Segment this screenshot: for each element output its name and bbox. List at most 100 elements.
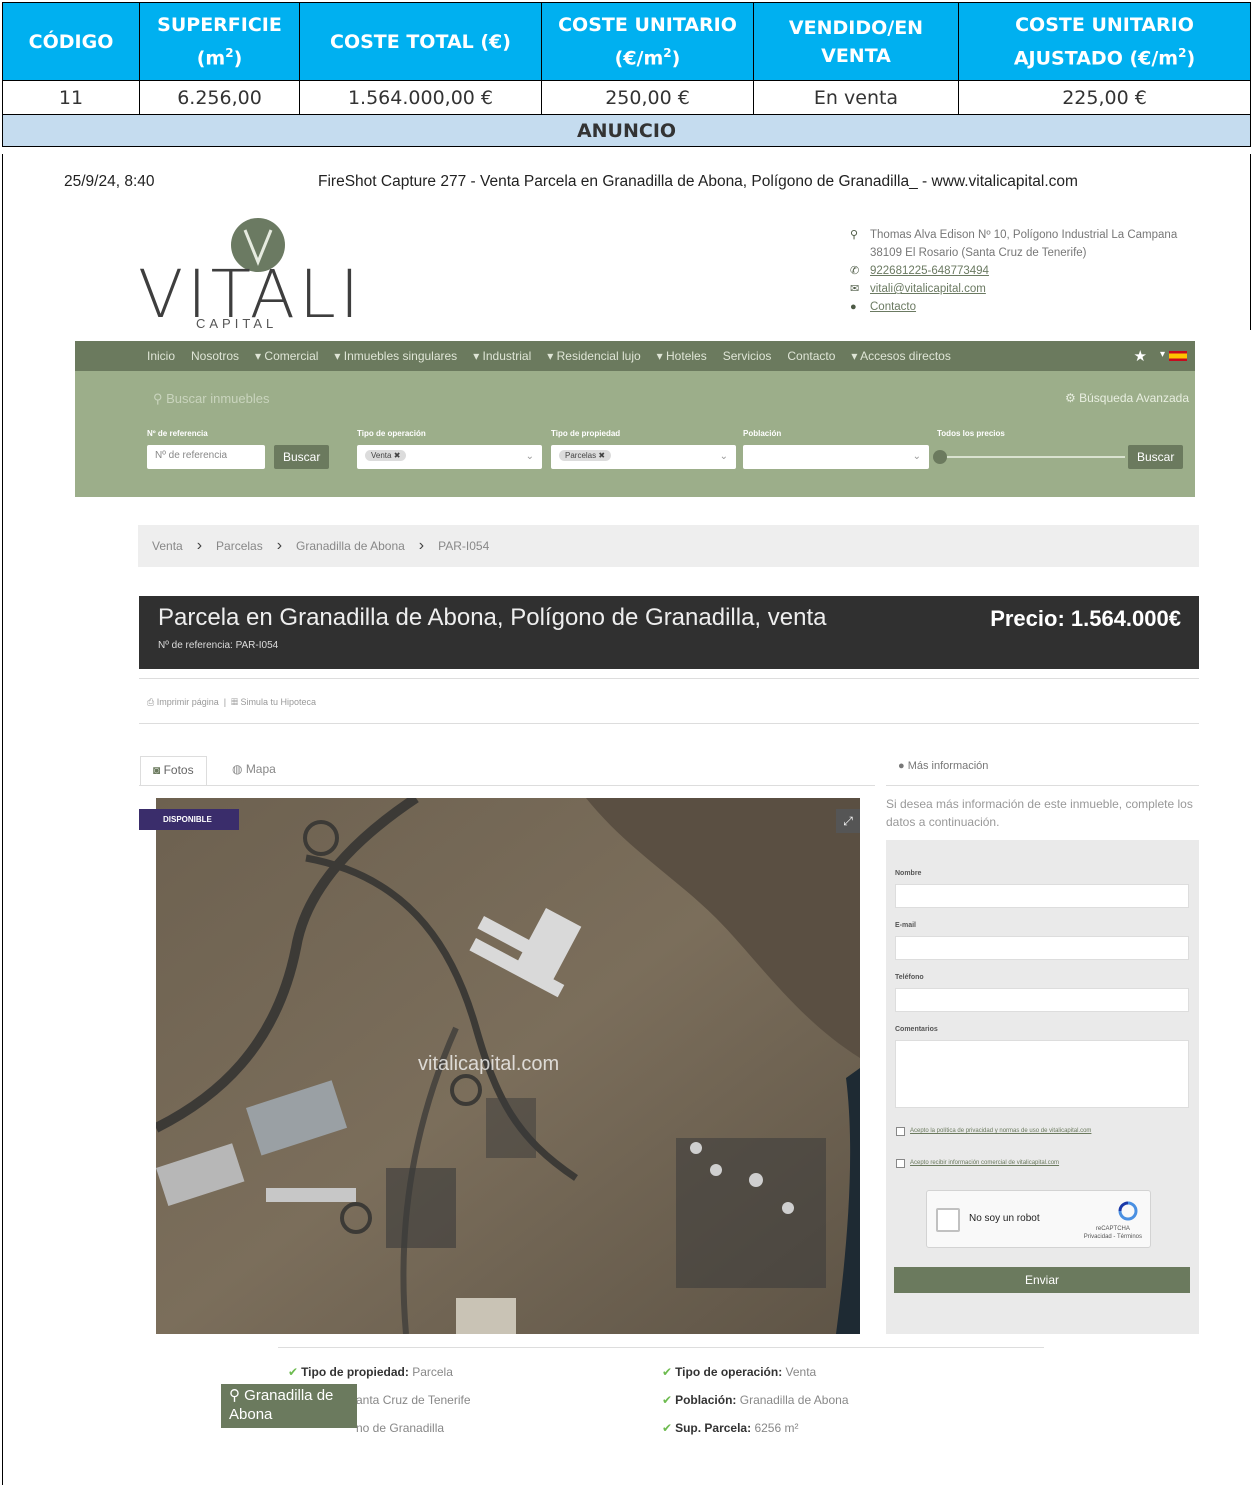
operation-chip[interactable]: Venta ✖ — [365, 450, 407, 461]
email-link[interactable]: vitali@vitalicapital.com — [870, 280, 986, 298]
breadcrumb-venta[interactable]: Venta — [152, 539, 183, 553]
feature-operation-type: ✔ Tipo de operación: Venta — [662, 1365, 816, 1379]
nav-item-contacto[interactable]: Contacto — [779, 349, 843, 363]
header-ajustado: COSTE UNITARIO AJUSTADO (€/m2) — [958, 2, 1251, 81]
advanced-search-link[interactable]: ⚙ Búsqueda Avanzada — [1065, 391, 1189, 405]
marketing-checkbox-label[interactable]: Acepto recibir información comercial de … — [910, 1160, 1059, 1166]
frame-left-border — [2, 154, 3, 1485]
listing-reference: Nº de referencia: PAR-I054 — [158, 640, 279, 651]
header-superficie: SUPERFICIE (m2) — [139, 2, 300, 81]
cell-coste-unitario: 250,00 € — [541, 80, 754, 115]
recaptcha-checkbox[interactable] — [936, 1208, 960, 1232]
main-nav: Inicio Nosotros ▾ Comercial ▾ Inmuebles … — [75, 341, 1195, 371]
divider — [139, 723, 1199, 724]
mortgage-link[interactable]: ▦ Simula tu Hipoteca — [231, 697, 316, 707]
population-select[interactable]: ⌄ — [743, 445, 929, 469]
header-vendido: VENDIDO/EN VENTA — [753, 2, 959, 81]
phone-field[interactable] — [895, 988, 1189, 1012]
chevron-down-icon: ⌄ — [912, 451, 921, 462]
advanced-search-label: Búsqueda Avanzada — [1079, 391, 1189, 405]
send-button[interactable]: Enviar — [894, 1267, 1190, 1293]
header-coste-total: COSTE TOTAL (€) — [299, 2, 542, 81]
gear-icon: ⚙ — [1065, 391, 1080, 405]
nav-item-industrial[interactable]: ▾ Industrial — [465, 349, 539, 363]
recaptcha-brand: reCAPTCHA — [1095, 1226, 1130, 1232]
nav-item-hoteles[interactable]: ▾ Hoteles — [649, 349, 715, 363]
header-codigo: CÓDIGO — [2, 2, 140, 81]
table-header-row: CÓDIGO SUPERFICIE (m2) COSTE TOTAL (€) CO… — [2, 2, 1251, 81]
operation-select[interactable]: Venta ✖ ⌄ — [357, 445, 542, 469]
label-operation: Tipo de operación — [357, 429, 426, 438]
address-line-2: 38109 El Rosario (Santa Cruz de Tenerife… — [870, 247, 1087, 259]
nav-item-inmuebles-singulares[interactable]: ▾ Inmuebles singulares — [326, 349, 465, 363]
comments-field[interactable] — [895, 1040, 1189, 1108]
language-caret-icon[interactable]: ▾ — [1160, 349, 1165, 360]
cell-coste-total: 1.564.000,00 € — [299, 80, 542, 115]
breadcrumb-parcelas[interactable]: Parcelas — [216, 539, 263, 553]
expand-icon[interactable]: ⤢ — [836, 809, 860, 833]
feature-value: 6256 m² — [754, 1421, 799, 1435]
tab-more-info[interactable]: ● Más información — [898, 760, 988, 772]
reference-input[interactable]: Nº de referencia — [147, 445, 265, 469]
chevron-down-icon: ⌄ — [525, 451, 534, 462]
feature-plot-size: ✔ Sup. Parcela: 6256 m² — [662, 1421, 798, 1435]
breadcrumb: Venta › Parcelas › Granadilla de Abona ›… — [138, 525, 1199, 567]
chevron-right-icon: › — [418, 537, 425, 554]
search-query[interactable]: ⚲ Buscar inmuebles — [153, 391, 269, 407]
nav-item-residencial-lujo[interactable]: ▾ Residencial lujo — [539, 349, 648, 363]
privacy-checkbox-label[interactable]: Acepto la política de privacidad y norma… — [910, 1128, 1091, 1134]
property-chip[interactable]: Parcelas ✖ — [559, 450, 612, 461]
feature-value: Parcela — [412, 1365, 453, 1379]
price-slider-handle[interactable] — [933, 450, 947, 464]
contact-block: ⚲ Thomas Alva Edison Nº 10, Polígono Indu… — [850, 226, 1195, 316]
header-ajustado-label: COSTE UNITARIO AJUSTADO (€/m — [1013, 13, 1194, 70]
nav-item-accesos-directos[interactable]: ▾ Accesos directos — [843, 349, 958, 363]
comments-label: Comentarios — [895, 1026, 938, 1033]
nav-item-servicios[interactable]: Servicios — [715, 349, 780, 363]
marketing-checkbox[interactable] — [896, 1159, 905, 1168]
phone-link[interactable]: 922681225-648773494 — [870, 262, 989, 280]
logo-subtitle: CAPITAL — [196, 316, 278, 331]
nav-item-inicio[interactable]: Inicio — [75, 349, 183, 363]
feature-key: Población: — [675, 1393, 737, 1407]
envelope-icon: ✉ — [850, 283, 860, 295]
listing-title: Parcela en Granadilla de Abona, Polígono… — [158, 604, 827, 631]
cell-vendido: En venta — [753, 80, 959, 115]
name-field[interactable] — [895, 884, 1189, 908]
privacy-checkbox[interactable] — [896, 1127, 905, 1136]
capture-title: FireShot Capture 277 - Venta Parcela en … — [318, 173, 1078, 190]
search-button[interactable]: Buscar — [1128, 445, 1184, 469]
price-slider-track[interactable] — [939, 456, 1125, 458]
listing-price: Precio: 1.564.000€ — [990, 606, 1181, 631]
divider — [886, 785, 1199, 786]
print-link[interactable]: ⎙ Imprimir página — [147, 697, 219, 707]
check-icon: ✔ — [662, 1421, 673, 1435]
more-info-intro: Si desea más información de este inmuebl… — [886, 797, 1193, 829]
mortgage-label: Simula tu Hipoteca — [240, 697, 316, 707]
favorites-star-icon[interactable]: ★ — [1134, 347, 1147, 365]
tab-photos[interactable]: ◙ Fotos — [140, 756, 207, 786]
listing-title-bar: Parcela en Granadilla de Abona, Polígono… — [139, 596, 1199, 669]
spain-flag-icon[interactable] — [1169, 351, 1187, 361]
search-reference-button[interactable]: Buscar — [274, 445, 330, 469]
search-icon: ⚲ — [153, 391, 167, 406]
tab-map[interactable]: ◍ Mapa — [220, 756, 288, 786]
header-superficie-label: SUPERFICIE — [157, 13, 282, 36]
nav-item-nosotros[interactable]: Nosotros — [183, 349, 247, 363]
address-line-1: Thomas Alva Edison Nº 10, Polígono Indus… — [870, 229, 1178, 241]
nav-item-comercial[interactable]: ▾ Comercial — [247, 349, 326, 363]
location-tag-label: Granadilla de Abona — [229, 1387, 334, 1423]
cell-superficie: 6.256,00 — [139, 80, 300, 115]
email-field[interactable] — [895, 936, 1189, 960]
recaptcha-links[interactable]: Privacidad - Términos — [1084, 1234, 1142, 1240]
property-select[interactable]: Parcelas ✖ ⌄ — [551, 445, 736, 469]
location-tag[interactable]: ⚲ Granadilla de Abona — [221, 1384, 357, 1428]
contact-link[interactable]: Contacto — [870, 298, 916, 316]
contact-form: Nombre E-mail Teléfono Comentarios Acept… — [886, 840, 1199, 1334]
check-icon: ✔ — [662, 1365, 673, 1379]
feature-key: Tipo de propiedad: — [301, 1365, 409, 1379]
breadcrumb-granadilla[interactable]: Granadilla de Abona — [296, 539, 405, 553]
aerial-photo[interactable]: vitalicapital.com — [156, 798, 860, 1334]
label-price: Todos los precios — [937, 429, 1005, 438]
divider — [278, 1347, 1044, 1348]
